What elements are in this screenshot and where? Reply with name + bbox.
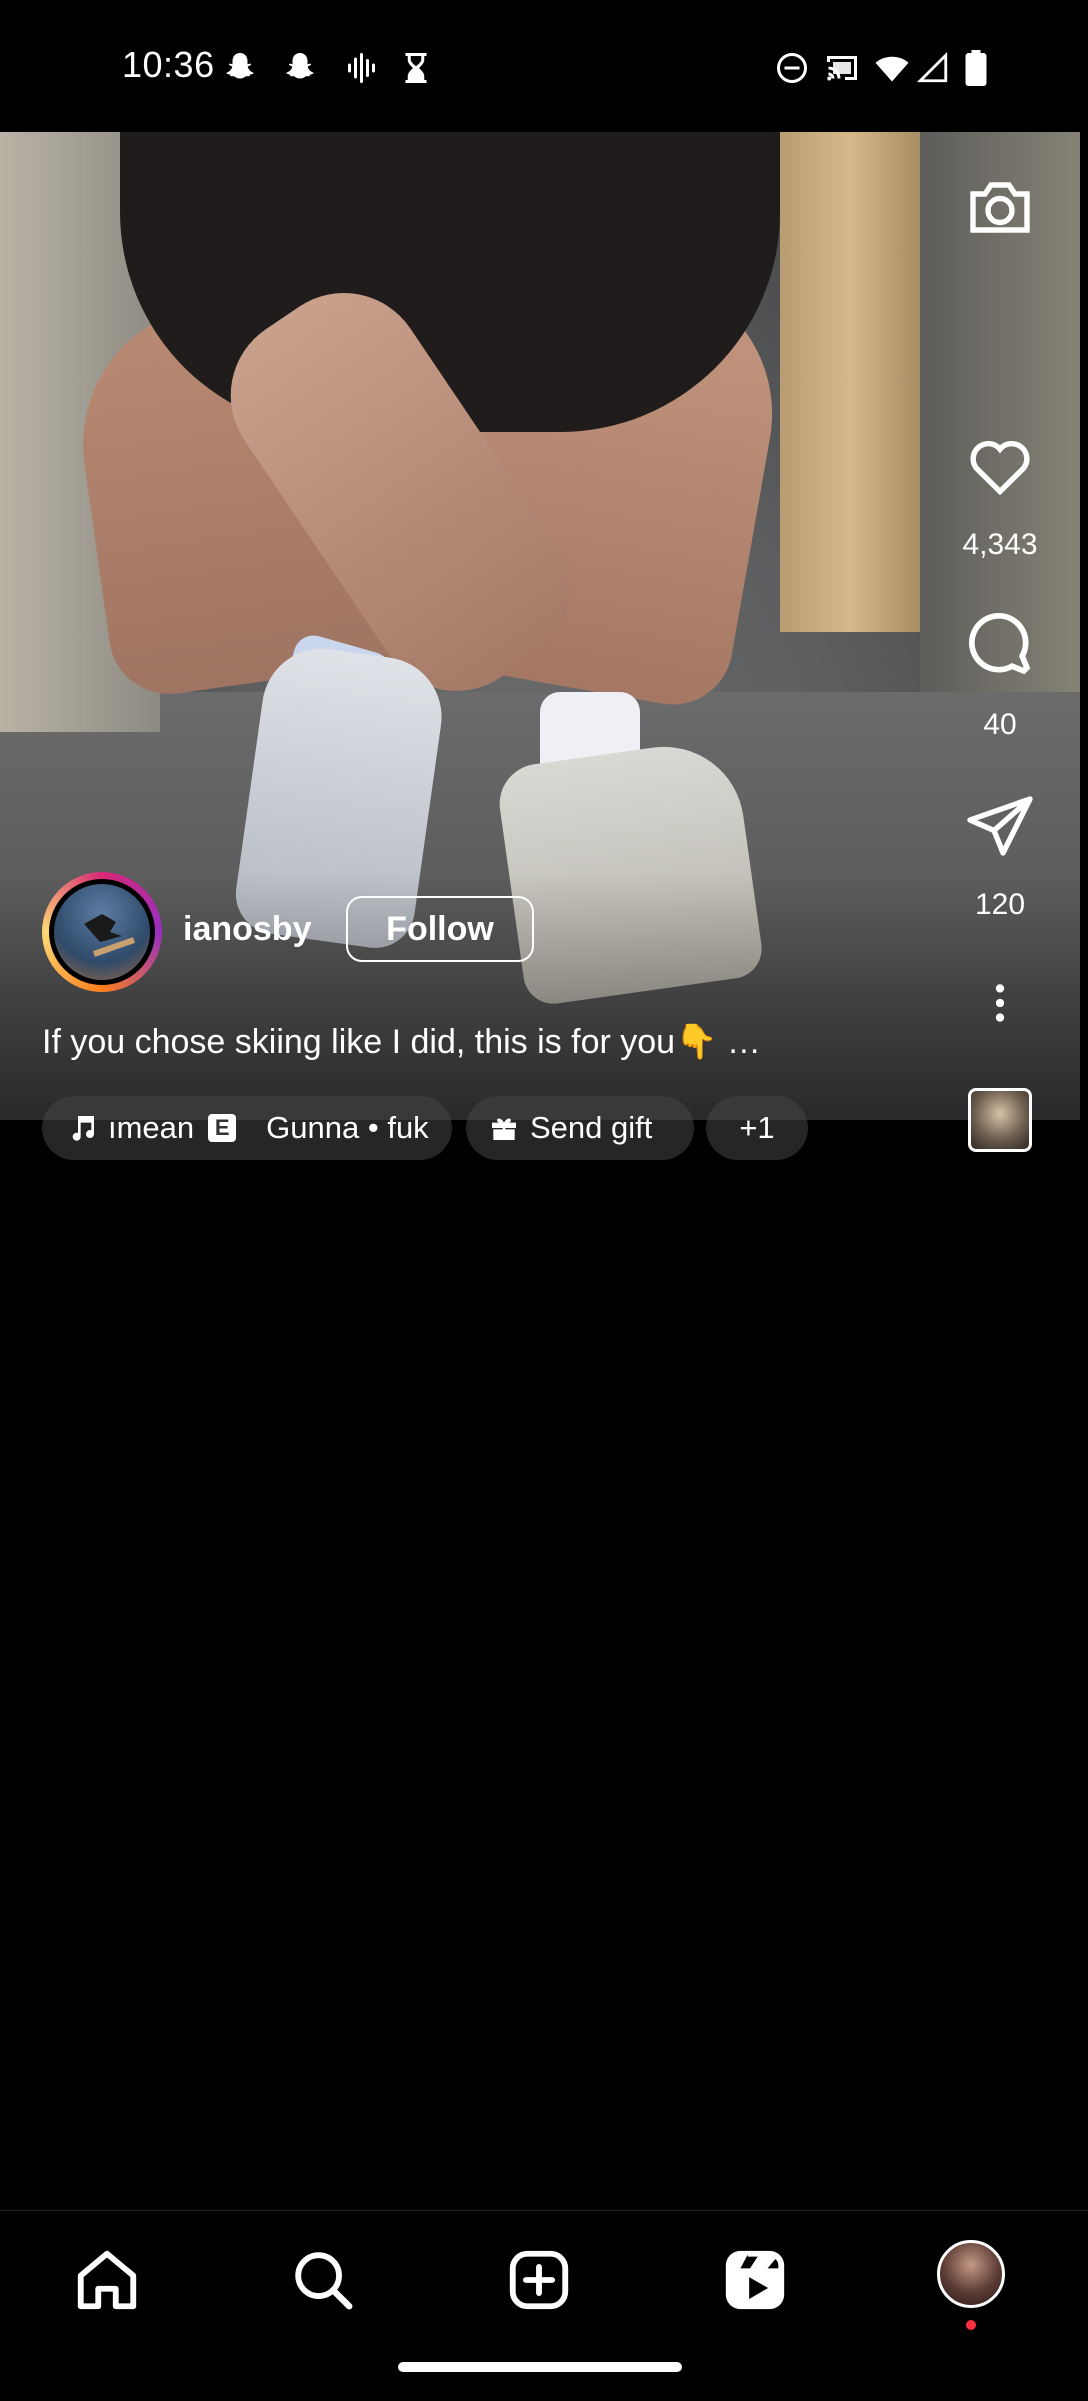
send-gift-label: Send gift — [530, 1110, 653, 1145]
comment-icon[interactable] — [960, 606, 1040, 682]
creator-username[interactable]: ianosby — [183, 910, 311, 949]
wifi-icon — [875, 56, 909, 82]
video-bottom-gradient — [0, 872, 1080, 1120]
cast-icon — [827, 56, 857, 81]
audio-track-partial: ımean — [108, 1110, 195, 1145]
home-indicator[interactable] — [398, 2362, 682, 2372]
status-time: 10:36 — [122, 44, 215, 85]
audio-chip[interactable]: ımean E Gunna • fuk — [42, 1096, 452, 1160]
notification-dot — [966, 2320, 976, 2330]
snapchat-icon — [226, 53, 254, 79]
more-chips-label: +1 — [739, 1110, 775, 1145]
hourglass-icon — [405, 53, 427, 83]
share-count: 120 — [974, 888, 1026, 921]
reels-icon[interactable] — [720, 2245, 790, 2315]
skier-silhouette — [84, 914, 135, 957]
camera-icon[interactable] — [960, 170, 1040, 242]
profile-avatar[interactable] — [937, 2240, 1005, 2308]
do-not-disturb-icon — [777, 53, 807, 83]
send-gift-chip[interactable]: Send gift — [466, 1096, 694, 1160]
share-icon[interactable] — [960, 790, 1040, 862]
follow-button[interactable]: Follow — [346, 896, 534, 962]
explicit-badge: E — [208, 1114, 237, 1142]
like-icon[interactable] — [960, 430, 1040, 502]
comment-count: 40 — [983, 708, 1017, 741]
snapchat-icon — [286, 53, 314, 79]
audio-artist-track: Gunna • fuk — [266, 1110, 429, 1145]
signal-icon — [916, 51, 948, 83]
music-note-icon — [72, 1116, 95, 1141]
audio-thumbnail[interactable] — [968, 1088, 1032, 1152]
video-pillar — [780, 132, 920, 632]
creator-avatar[interactable] — [54, 884, 150, 980]
create-icon[interactable] — [504, 2245, 574, 2315]
battery-icon — [965, 50, 987, 86]
more-chips-button[interactable]: +1 — [706, 1096, 808, 1160]
like-count: 4,343 — [962, 528, 1038, 561]
status-bar: 10:36 — [0, 0, 1088, 132]
reel-video[interactable] — [0, 132, 1080, 1120]
gift-icon — [492, 1118, 516, 1140]
home-icon[interactable] — [72, 2245, 142, 2315]
more-options-icon[interactable] — [960, 978, 1040, 1028]
reel-caption[interactable]: If you chose skiing like I did, this is … — [42, 1022, 922, 1062]
search-icon[interactable] — [288, 2245, 358, 2315]
voice-recorder-icon — [348, 53, 375, 83]
